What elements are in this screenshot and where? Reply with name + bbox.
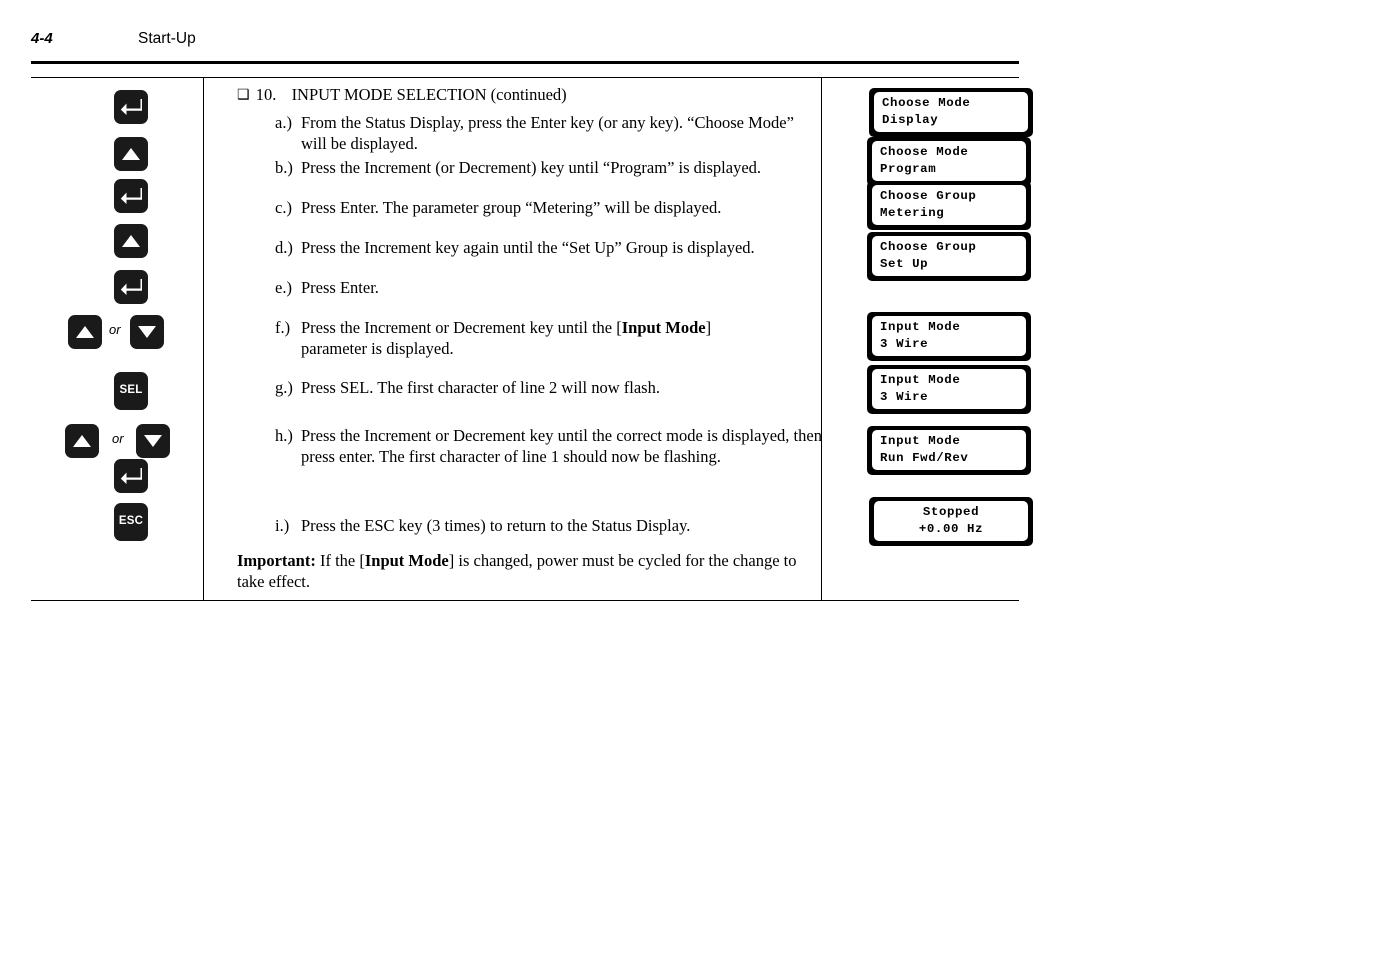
step-marker: b.)	[275, 158, 293, 177]
keypad-illustration-column: or SEL or ESC	[31, 77, 203, 600]
lcd-line-1: Input Mode	[880, 320, 961, 334]
important-label: Important:	[237, 551, 316, 570]
step-marker: a.)	[275, 113, 292, 132]
lcd-display-choose-mode-program: Choose Mode Program	[867, 137, 1031, 186]
lcd-line-1: Choose Mode	[880, 145, 969, 159]
increment-key-icon	[114, 224, 148, 258]
step-d: d.) Press the Increment key again until …	[275, 238, 835, 259]
step-text: Press Enter. The parameter group “Meteri…	[301, 198, 722, 217]
step-marker: d.)	[275, 238, 293, 257]
step-text: Press the Increment or Decrement key unt…	[301, 426, 822, 466]
lcd-screen: Stopped +0.00 Hz	[874, 501, 1028, 541]
step-f: f.) Press the Increment or Decrement key…	[275, 318, 775, 360]
increment-key-icon	[68, 315, 102, 349]
step-marker: h.)	[275, 426, 293, 445]
step-text: Press the Increment (or Decrement) key u…	[301, 158, 762, 177]
lcd-line-2: 3 Wire	[880, 389, 929, 404]
step-text: Press the Increment or Decrement key unt…	[301, 318, 775, 360]
lcd-display-status-stopped: Stopped +0.00 Hz	[869, 497, 1033, 546]
lcd-screen: Choose Group Set Up	[872, 236, 1026, 276]
lcd-line-2: Program	[880, 161, 937, 176]
step-i: i.) Press the ESC key (3 times) to retur…	[275, 516, 835, 537]
header-divider-rule	[31, 61, 1019, 64]
step-marker: c.)	[275, 198, 292, 217]
or-separator-label: or	[109, 322, 121, 337]
page-number: 4-4	[31, 30, 53, 47]
step-marker: f.)	[275, 318, 291, 337]
enter-key-icon	[114, 270, 148, 304]
checkbox-icon: ❑	[237, 88, 250, 103]
lcd-display-choose-group-setup: Choose Group Set Up	[867, 232, 1031, 281]
lcd-line-2: Run Fwd/Rev	[880, 450, 969, 465]
step-text: From the Status Display, press the Enter…	[301, 113, 794, 153]
important-text-pre: If the [	[315, 551, 365, 570]
lcd-screen: Input Mode 3 Wire	[872, 369, 1026, 409]
step-text: Press the Increment key again until the …	[301, 238, 755, 257]
lcd-line-1: Input Mode	[880, 434, 961, 448]
lcd-line-2: Set Up	[880, 256, 929, 271]
lcd-screen: Choose Mode Display	[874, 92, 1028, 132]
param-name-bold: Input Mode	[621, 318, 706, 337]
lcd-display-choose-group-metering: Choose Group Metering	[867, 181, 1031, 230]
chapter-title: Start-Up	[138, 30, 196, 47]
step-marker: i.)	[275, 516, 290, 535]
sel-key-label: SEL	[119, 384, 143, 397]
page-header: 4-4 Start-Up	[31, 30, 1019, 60]
lcd-line-2: 3 Wire	[880, 336, 929, 351]
lcd-line-1: Input Mode	[880, 373, 961, 387]
important-note: Important: If the [Input Mode] is change…	[237, 550, 809, 593]
lcd-screen: Input Mode 3 Wire	[872, 316, 1026, 356]
section-number: 10.	[255, 85, 277, 104]
or-separator-label: or	[112, 431, 124, 446]
step-e: e.) Press Enter.	[275, 278, 835, 299]
step-text: Press SEL. The first character of line 2…	[301, 378, 660, 397]
lcd-line-1: Choose Mode	[882, 96, 971, 110]
step-h: h.) Press the Increment or Decrement key…	[275, 426, 823, 468]
step-a: a.) From the Status Display, press the E…	[275, 113, 815, 155]
section-title: INPUT MODE SELECTION (continued)	[291, 85, 567, 104]
lcd-screen: Input Mode Run Fwd/Rev	[872, 430, 1026, 470]
esc-key-label: ESC	[118, 515, 144, 528]
param-name-bold: Input Mode	[364, 551, 449, 570]
increment-key-icon	[114, 137, 148, 171]
step-marker: g.)	[275, 378, 293, 397]
enter-key-icon	[114, 90, 148, 124]
section-heading: ❑ 10. INPUT MODE SELECTION (continued)	[237, 85, 817, 105]
increment-key-icon	[65, 424, 99, 458]
display-illustration-column: Choose Mode Display Choose Mode Program …	[823, 77, 1033, 600]
enter-key-icon	[114, 459, 148, 493]
step-b: b.) Press the Increment (or Decrement) k…	[275, 158, 835, 179]
enter-key-icon	[114, 179, 148, 213]
step-g: g.) Press SEL. The first character of li…	[275, 378, 835, 399]
decrement-key-icon	[130, 315, 164, 349]
lcd-display-input-mode-run-fwd-rev: Input Mode Run Fwd/Rev	[867, 426, 1031, 475]
esc-key-icon: ESC	[114, 503, 148, 541]
lcd-screen: Choose Mode Program	[872, 141, 1026, 181]
lcd-display-input-mode-3wire-1: Input Mode 3 Wire	[867, 312, 1031, 361]
decrement-key-icon	[136, 424, 170, 458]
table-bottom-border	[31, 600, 1019, 602]
step-text: Press the ESC key (3 times) to return to…	[301, 516, 691, 535]
lcd-line-2: Metering	[880, 205, 945, 220]
step-text: Press Enter.	[301, 278, 379, 297]
sel-key-icon: SEL	[114, 372, 148, 410]
instruction-steps-column: ❑ 10. INPUT MODE SELECTION (continued) a…	[205, 77, 823, 600]
lcd-line-2: Display	[882, 112, 939, 127]
lcd-screen: Choose Group Metering	[872, 185, 1026, 225]
lcd-display-input-mode-3wire-2: Input Mode 3 Wire	[867, 365, 1031, 414]
lcd-line-1: Choose Group	[880, 240, 977, 254]
step-c: c.) Press Enter. The parameter group “Me…	[275, 198, 835, 219]
lcd-line-1: Stopped	[922, 505, 980, 519]
lcd-display-choose-mode-display: Choose Mode Display	[869, 88, 1033, 137]
lcd-line-2: +0.00 Hz	[918, 521, 984, 536]
lcd-line-1: Choose Group	[880, 189, 977, 203]
step-marker: e.)	[275, 278, 292, 297]
step-text-pre: Press the Increment or Decrement key unt…	[301, 318, 622, 337]
procedure-table: or SEL or ESC ❑ 10. INPUT MODE SELECTION…	[31, 77, 1033, 602]
